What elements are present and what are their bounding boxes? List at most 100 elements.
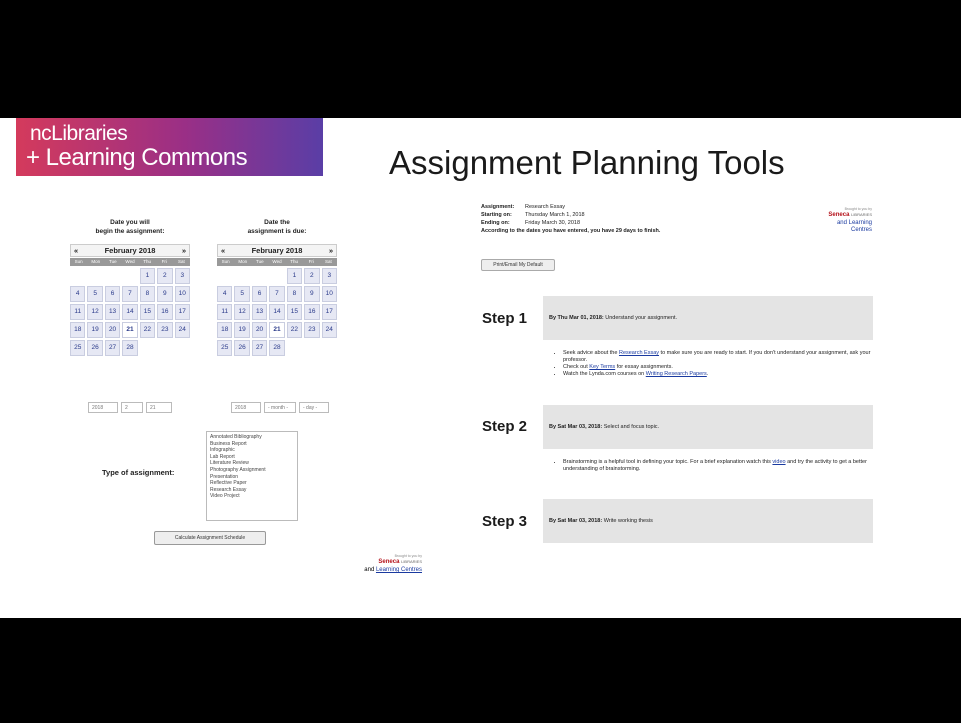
calendar-day[interactable]: 13: [251, 304, 268, 320]
calendar-day[interactable]: 14: [269, 304, 285, 320]
weekday-label: Sun: [74, 259, 83, 264]
assignment-type-list[interactable]: Annotated Bibliography Business Report Inf…: [206, 431, 298, 521]
start-year-select[interactable]: 2018: [88, 402, 118, 413]
calendar-day[interactable]: 7: [269, 286, 285, 302]
calendar-day[interactable]: 10: [174, 286, 190, 302]
assignment-type-option[interactable]: Presentation: [210, 474, 294, 481]
step-3-box: By Sat Mar 03, 2018: Write working thesi…: [543, 499, 873, 543]
weekday-header: Sun Mon Tue Wed Thu Fri Sat: [217, 258, 337, 266]
next-month-button[interactable]: »: [182, 246, 186, 255]
calendar-day[interactable]: 6: [104, 286, 121, 302]
calendar-day[interactable]: 2: [304, 268, 320, 284]
slide: ncLibraries + Learning Commons Assignmen…: [0, 118, 961, 618]
assignment-type-option[interactable]: Infographic: [210, 447, 294, 454]
calendar-day[interactable]: 26: [234, 340, 250, 356]
resource-link[interactable]: Writing Research Papers: [646, 371, 707, 377]
assignment-type-option[interactable]: Video Project: [210, 493, 294, 500]
calendar-day[interactable]: 4: [70, 286, 86, 302]
assignment-type-option[interactable]: Lab Report: [210, 454, 294, 461]
prev-month-button[interactable]: «: [74, 246, 78, 255]
calendar-day[interactable]: 24: [321, 322, 337, 338]
calendar-day[interactable]: 16: [157, 304, 173, 320]
start-day-select[interactable]: 21: [146, 402, 172, 413]
calendar-day[interactable]: 12: [234, 304, 250, 320]
start-date-calendar: Date you will begin the assignment: « Fe…: [70, 218, 190, 356]
calendar-day[interactable]: 16: [304, 304, 320, 320]
calendar-day[interactable]: 19: [234, 322, 250, 338]
calendar-day[interactable]: 23: [157, 322, 173, 338]
calendar-day[interactable]: 4: [217, 286, 233, 302]
start-month-select[interactable]: 2: [121, 402, 143, 413]
calendar-day[interactable]: 2: [157, 268, 173, 284]
calendar-month-bar: « February 2018 »: [70, 244, 190, 257]
calendar-day[interactable]: 7: [122, 286, 138, 302]
calendar-day[interactable]: 28: [122, 340, 138, 356]
assignment-type-option[interactable]: Reflective Paper: [210, 480, 294, 487]
calendar-day[interactable]: 8: [139, 286, 156, 302]
calendar-day[interactable]: 3: [321, 268, 337, 284]
calendar-day[interactable]: 9: [304, 286, 320, 302]
calendar-day[interactable]: 11: [70, 304, 86, 320]
next-month-button[interactable]: »: [329, 246, 333, 255]
calendar-day[interactable]: 18: [217, 322, 233, 338]
calendar-day[interactable]: 17: [321, 304, 337, 320]
calendar-day[interactable]: 12: [87, 304, 103, 320]
calendar-day[interactable]: 24: [174, 322, 190, 338]
calendar-day[interactable]: 25: [70, 340, 86, 356]
calendar-day[interactable]: 1: [139, 268, 156, 284]
calendar-day[interactable]: 22: [139, 322, 156, 338]
learning-centres-link[interactable]: Learning Centres: [376, 567, 422, 573]
calendar-empty-cell: [105, 268, 120, 284]
calendar-day[interactable]: 13: [104, 304, 121, 320]
calendar-day[interactable]: 3: [174, 268, 190, 284]
seneca-logo-right: Brought to you by Seneca LIBRARIES and L…: [828, 207, 872, 233]
calendar-day[interactable]: 22: [286, 322, 303, 338]
calendar-day[interactable]: 8: [286, 286, 303, 302]
calendar-day[interactable]: 23: [304, 322, 320, 338]
calendar-day[interactable]: 28: [269, 340, 285, 356]
calendar-day[interactable]: 15: [139, 304, 156, 320]
calendar-day[interactable]: 10: [321, 286, 337, 302]
print-email-button[interactable]: Print/Email My Default: [481, 259, 555, 271]
calendar-day[interactable]: 11: [217, 304, 233, 320]
calendar-day[interactable]: 17: [174, 304, 190, 320]
calendar-month-label: February 2018: [251, 246, 303, 255]
assignment-type-option[interactable]: Annotated Bibliography: [210, 434, 294, 441]
assignment-type-option[interactable]: Photography Assignment: [210, 467, 294, 474]
calendar-day[interactable]: 6: [251, 286, 268, 302]
calendar-day[interactable]: 19: [87, 322, 103, 338]
calendar-day[interactable]: 18: [70, 322, 86, 338]
calendar-day[interactable]: 14: [122, 304, 138, 320]
calendar-day[interactable]: 27: [104, 340, 121, 356]
weekday-label: Mon: [238, 259, 248, 264]
calendar-day[interactable]: 20: [251, 322, 268, 338]
resource-link[interactable]: Key Terms: [589, 364, 615, 370]
calendar-day[interactable]: 21: [269, 322, 285, 338]
calendar-day[interactable]: 5: [234, 286, 250, 302]
resource-link[interactable]: video: [772, 459, 785, 465]
assignment-type-label: Type of assignment:: [102, 468, 175, 477]
calendar-day[interactable]: 15: [286, 304, 303, 320]
calendar-day[interactable]: 5: [87, 286, 103, 302]
calendar-day[interactable]: 26: [87, 340, 103, 356]
weekday-label: Sun: [221, 259, 230, 264]
start-calendar-caption: Date you will begin the assignment:: [95, 219, 165, 235]
step-2-bullets: Brainstorming is a helpful tool in defin…: [553, 459, 883, 473]
calendar-empty-cell: [87, 268, 102, 284]
calendar-day[interactable]: 9: [157, 286, 173, 302]
calendar-day[interactable]: 21: [122, 322, 138, 338]
calendar-day[interactable]: 25: [217, 340, 233, 356]
assignment-type-option[interactable]: Research Essay: [210, 487, 294, 494]
assignment-type-option[interactable]: Business Report: [210, 441, 294, 448]
weekday-label: Thu: [290, 259, 299, 264]
due-year-select[interactable]: 2018: [231, 402, 261, 413]
calculate-schedule-button[interactable]: Calculate Assignment Schedule: [154, 531, 266, 545]
prev-month-button[interactable]: «: [221, 246, 225, 255]
assignment-type-option[interactable]: Literature Review: [210, 460, 294, 467]
resource-link[interactable]: Research Essay: [619, 350, 659, 356]
calendar-day[interactable]: 1: [286, 268, 303, 284]
calendar-day[interactable]: 27: [251, 340, 268, 356]
due-day-select[interactable]: - day -: [299, 402, 329, 413]
calendar-day[interactable]: 20: [104, 322, 121, 338]
due-month-select[interactable]: - month -: [264, 402, 296, 413]
